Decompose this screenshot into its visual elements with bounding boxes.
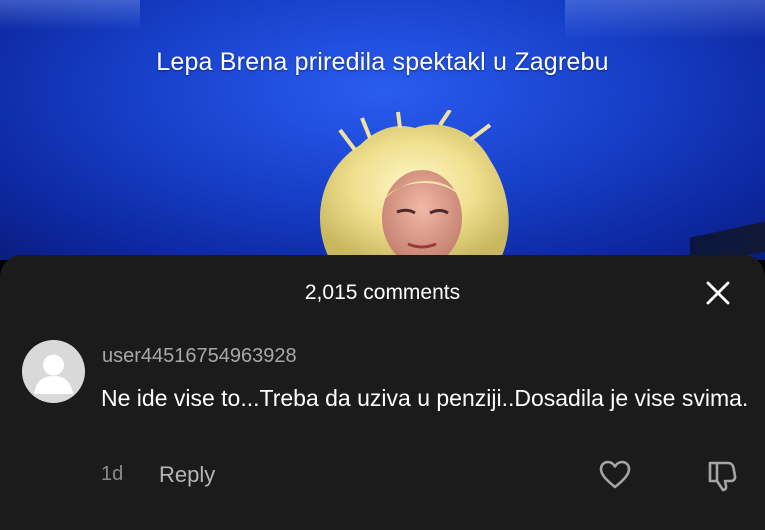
video-player[interactable]: Lepa Brena priredila spektakl u Zagrebu	[0, 0, 765, 260]
reply-button[interactable]: Reply	[159, 462, 215, 488]
thumbs-down-icon	[708, 461, 737, 492]
stage-light	[565, 0, 765, 40]
dislike-button[interactable]	[704, 457, 740, 493]
close-button[interactable]	[700, 275, 736, 311]
stage-prop	[690, 218, 765, 260]
video-caption: Lepa Brena priredila spektakl u Zagrebu	[156, 48, 609, 76]
close-icon	[706, 281, 730, 305]
performer-image	[320, 110, 509, 260]
comment-username[interactable]: user44516754963928	[102, 345, 297, 368]
comment-text: Ne ide vise to...Treba da uziva u penzij…	[101, 385, 749, 411]
comment-age: 1d	[101, 463, 124, 485]
user-avatar[interactable]	[22, 340, 85, 403]
heart-icon	[599, 460, 631, 489]
stage-light	[0, 0, 140, 30]
default-avatar-icon	[34, 354, 73, 394]
comments-sheet: 2,015 comments user44516754963928 Ne ide…	[0, 255, 765, 530]
comments-count-title: 2,015 comments	[304, 281, 461, 304]
like-button[interactable]	[597, 457, 633, 493]
